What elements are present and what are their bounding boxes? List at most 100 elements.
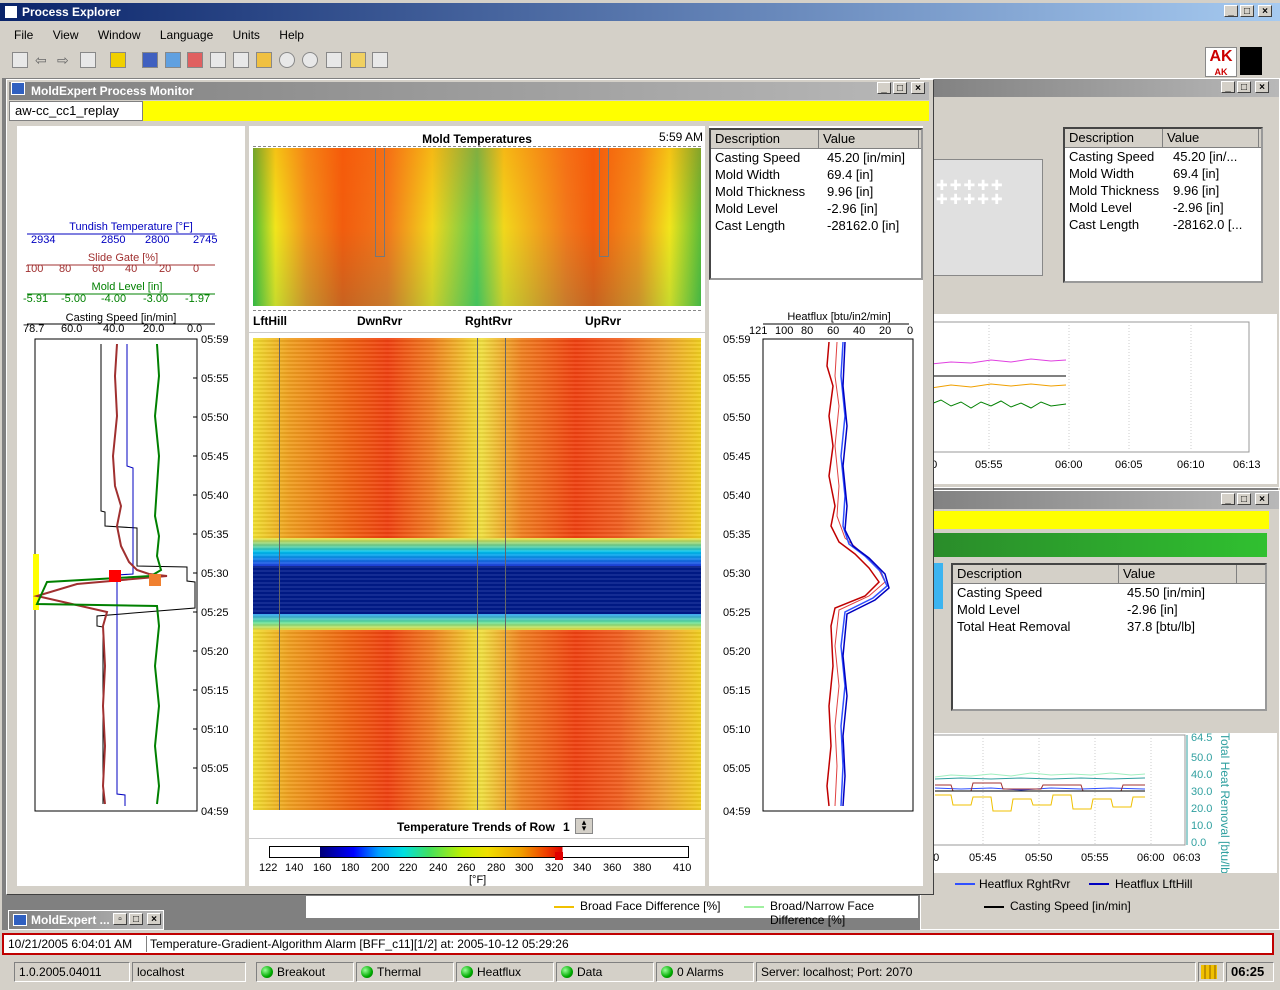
- min-close-button[interactable]: ×: [147, 913, 161, 925]
- mail-icon[interactable]: [256, 52, 272, 68]
- menu-window[interactable]: Window: [98, 28, 141, 42]
- tundish-label: Tundish Temperature [°F]: [69, 221, 193, 233]
- colorbar-unit: [°F]: [469, 874, 487, 886]
- time-tick: 05:30: [201, 568, 229, 580]
- alarm-bar[interactable]: 10/21/2005 6:04:01 AM Temperature-Gradie…: [2, 933, 1274, 955]
- time-tick: 05:15: [723, 685, 751, 697]
- row-desc: Mold Width: [1069, 166, 1135, 181]
- thermocouple-row-bottom: [253, 304, 701, 311]
- row-spinner[interactable]: ▴ ▾: [575, 818, 593, 834]
- heatflux-chart: Heatflux [btu/in2/min] 121 100 80 60 40 …: [723, 311, 914, 818]
- face-label: LftHill: [253, 314, 287, 328]
- grid-icon[interactable]: [187, 52, 203, 68]
- menu-help[interactable]: Help: [279, 28, 304, 42]
- colorbar-tick: 260: [457, 862, 476, 874]
- bg2-maximize-button[interactable]: □: [1237, 493, 1251, 505]
- col-value[interactable]: Value: [1163, 129, 1259, 147]
- status-thermal[interactable]: Thermal: [356, 962, 454, 982]
- trend-icon[interactable]: [210, 52, 226, 68]
- min-maximize-button[interactable]: □: [129, 913, 143, 925]
- drop-icon[interactable]: [165, 52, 181, 68]
- time-tick: 05:45: [723, 451, 751, 463]
- col-value[interactable]: Value: [1119, 565, 1237, 583]
- forward-arrow-icon[interactable]: ⇨: [57, 52, 73, 68]
- monitor-icon[interactable]: [142, 52, 158, 68]
- eye-icon[interactable]: [279, 52, 295, 68]
- colorbar-tick: 300: [515, 862, 534, 874]
- menu-file[interactable]: File: [14, 28, 33, 42]
- slide-gate-tick: 60: [92, 263, 104, 275]
- heatflux-tick: 100: [775, 325, 793, 337]
- colorbar-tick: 340: [573, 862, 592, 874]
- chart-bars-icon[interactable]: [110, 52, 126, 68]
- tab-replay[interactable]: aw-cc_cc1_replay: [9, 101, 143, 121]
- slide-gate-tick: 100: [25, 263, 43, 275]
- status-data[interactable]: Data: [556, 962, 654, 982]
- cube-icon[interactable]: [350, 52, 366, 68]
- thermal-status-icon: [361, 966, 373, 978]
- legend-swatch: [744, 906, 764, 908]
- menu-view[interactable]: View: [53, 28, 79, 42]
- col-description[interactable]: Description: [1065, 129, 1163, 147]
- menu-language[interactable]: Language: [160, 28, 213, 42]
- time-tick: 05:05: [723, 763, 751, 775]
- col-description[interactable]: Description: [711, 130, 819, 148]
- bg1-close-button[interactable]: ×: [1255, 81, 1269, 93]
- x-tick: 05:45: [969, 852, 997, 864]
- camera-icon[interactable]: [80, 52, 96, 68]
- back-arrow-icon[interactable]: ⇦: [35, 52, 51, 68]
- table-row: Mold Level -2.96 [in]: [711, 200, 921, 217]
- mold-level-label: Mold Level [in]: [92, 281, 163, 293]
- colorbar-tick: 122: [259, 862, 278, 874]
- bg1-minimize-button[interactable]: _: [1221, 81, 1235, 93]
- status-breakout[interactable]: Breakout: [256, 962, 354, 982]
- row-value: 69.4 [in]: [1173, 166, 1220, 181]
- col-value[interactable]: Value: [819, 130, 919, 148]
- thermocouple-row-top: [253, 146, 701, 153]
- bg1-trend-svg: 50 05:55 06:00 06:05 06:10 06:13: [920, 321, 1261, 471]
- status-alarms[interactable]: 0 Alarms: [656, 962, 754, 982]
- row-desc: Casting Speed: [1069, 149, 1155, 164]
- menu-units[interactable]: Units: [233, 28, 260, 42]
- monitor-close-button[interactable]: ×: [911, 82, 925, 94]
- connect-icon[interactable]: [12, 52, 28, 68]
- search-icon[interactable]: [326, 52, 342, 68]
- y-tick: 64.5: [1191, 733, 1212, 744]
- time-tick: 05:45: [201, 451, 229, 463]
- bg1-maximize-button[interactable]: □: [1237, 81, 1251, 93]
- time-tick: 05:35: [723, 529, 751, 541]
- eye2-icon[interactable]: [302, 52, 318, 68]
- status-chart-icon[interactable]: [1198, 962, 1224, 982]
- settings-icon[interactable]: [372, 52, 388, 68]
- time-tick: 05:50: [201, 412, 229, 424]
- minimize-button[interactable]: _: [1224, 5, 1238, 17]
- trend2-icon[interactable]: [233, 52, 249, 68]
- mold-temps-title: Mold Temperatures: [422, 132, 532, 146]
- bg2-close-button[interactable]: ×: [1255, 493, 1269, 505]
- table-row: Mold Thickness 9.96 [in]: [1065, 182, 1261, 199]
- minimized-window[interactable]: MoldExpert ... ▫ □ ×: [8, 910, 164, 930]
- colorbar-tick: 360: [603, 862, 622, 874]
- alarm-time: 10/21/2005 6:04:01 AM: [8, 937, 133, 951]
- monitor-maximize-button[interactable]: □: [893, 82, 907, 94]
- time-tick: 05:59: [201, 334, 229, 346]
- tundish-tick: 2800: [145, 234, 169, 246]
- close-button[interactable]: ×: [1258, 5, 1272, 17]
- alarms-status-icon: [661, 966, 673, 978]
- row-desc: Mold Thickness: [715, 184, 806, 199]
- colorbar-tick: 410: [673, 862, 692, 874]
- status-heatflux[interactable]: Heatflux: [456, 962, 554, 982]
- minimized-title: MoldExpert ...: [31, 913, 110, 927]
- monitor-minimize-button[interactable]: _: [877, 82, 891, 94]
- restore-button[interactable]: ▫: [113, 913, 127, 925]
- maximize-button[interactable]: □: [1240, 5, 1254, 17]
- bg2-minimize-button[interactable]: _: [1221, 493, 1235, 505]
- table-row: Mold Thickness 9.96 [in]: [711, 183, 921, 200]
- legend-item: Broad Face Difference [%]: [580, 899, 721, 913]
- colorbar-tick: 200: [371, 862, 390, 874]
- casting-speed-tick: 78.7: [23, 323, 44, 335]
- left-gauge-panel: Tundish Temperature [°F] 2934 2850 2800 …: [17, 126, 245, 886]
- bg2-green-bar: [921, 533, 1267, 557]
- trend-label: Temperature Trends of Row: [397, 820, 555, 834]
- col-description[interactable]: Description: [953, 565, 1119, 583]
